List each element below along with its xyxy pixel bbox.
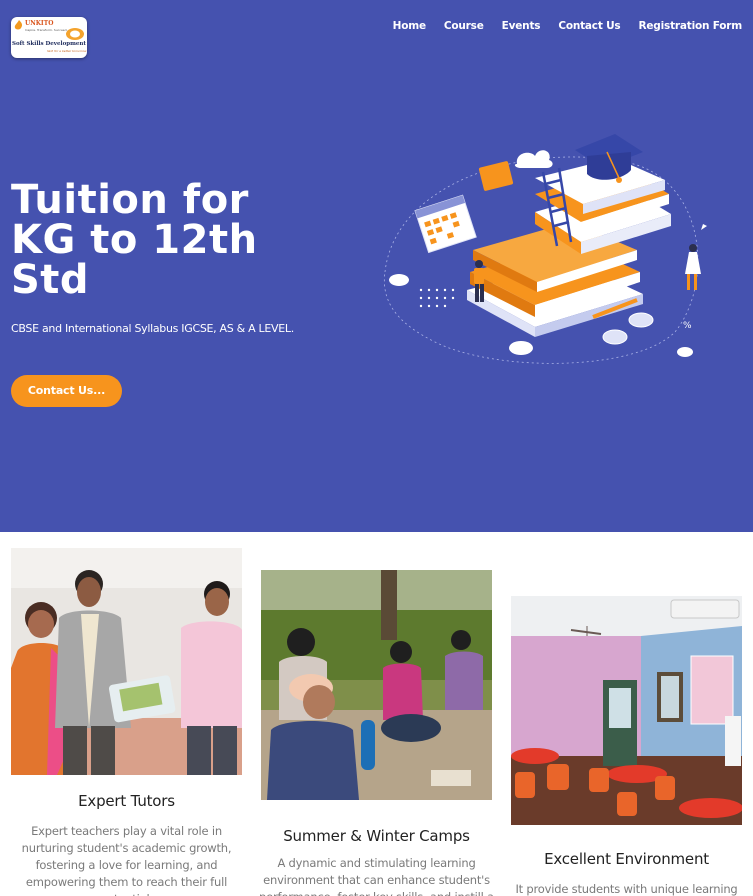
main-nav: Home Course Events Contact Us Registrati… — [393, 20, 743, 32]
logo-badge-icon — [66, 28, 84, 40]
hero-section: UNKITO Inspire. Transform. Succeed. Soft… — [0, 0, 753, 532]
logo-tagline-bottom: Skill for a better tomorrow — [47, 49, 87, 53]
site-logo[interactable]: UNKITO Inspire. Transform. Succeed. Soft… — [11, 17, 87, 58]
feature-title: Excellent Environment — [544, 850, 709, 868]
logo-tagline-top: Inspire. Transform. Succeed. — [25, 28, 68, 32]
feature-title: Summer & Winter Camps — [283, 827, 470, 845]
contact-us-button[interactable]: Contact Us... — [11, 375, 122, 407]
feature-description: Expert teachers play a vital role in nur… — [21, 824, 232, 896]
award-ceremony-photo — [11, 548, 242, 775]
logo-brand: UNKITO — [25, 20, 54, 27]
nav-home[interactable]: Home — [393, 20, 426, 32]
logo-flame-icon — [14, 20, 23, 30]
nav-course[interactable]: Course — [444, 20, 484, 32]
logo-title: Soft Skills Development — [12, 41, 86, 47]
feature-description: It provide students with unique learning — [515, 882, 738, 896]
education-books-illustration: % — [383, 134, 707, 364]
classroom-photo — [511, 596, 742, 825]
nav-contact-us[interactable]: Contact Us — [558, 20, 620, 32]
outdoor-camp-photo — [261, 570, 492, 800]
nav-registration-form[interactable]: Registration Form — [639, 20, 743, 32]
hero-subtitle: CBSE and International Syllabus IGCSE, A… — [11, 322, 294, 335]
feature-title: Expert Tutors — [78, 792, 175, 810]
nav-events[interactable]: Events — [502, 20, 541, 32]
svg-text:%: % — [683, 321, 692, 331]
hero-title: Tuition for KG to 12th Std — [11, 177, 258, 303]
feature-description: A dynamic and stimulating learning envir… — [259, 856, 494, 896]
